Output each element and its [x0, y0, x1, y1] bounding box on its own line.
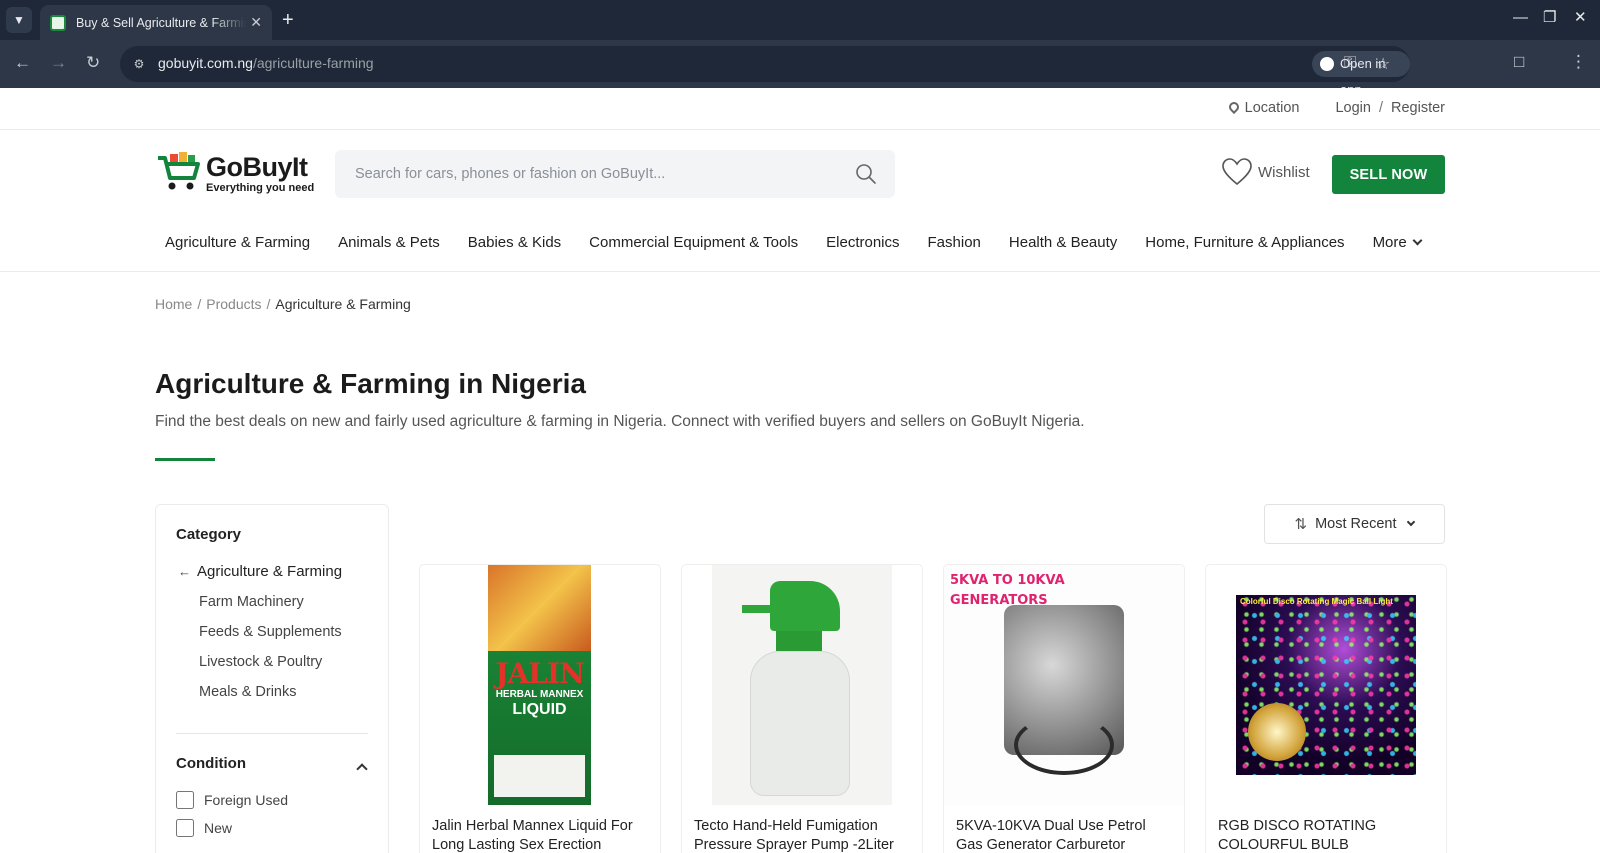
browser-tab-strip: ▼ Buy & Sell Agriculture & Farming in Ni…	[0, 0, 1600, 40]
subcategory-feeds-supplements[interactable]: Feeds & Supplements	[199, 621, 342, 651]
search-input[interactable]	[335, 150, 835, 198]
product-title[interactable]: 5KVA-10KVA Dual Use Petrol Gas Generator…	[956, 817, 1176, 853]
site-logo[interactable]: GoBuyIt Everything you need	[156, 146, 316, 196]
breadcrumb-current: Agriculture & Farming	[275, 296, 411, 312]
title-underline	[155, 458, 215, 461]
location-pin-icon	[1226, 99, 1241, 115]
arrow-left-icon: ←	[178, 564, 191, 579]
logo-tagline: Everything you need	[206, 182, 315, 194]
forward-icon[interactable]: →	[50, 52, 67, 74]
top-utility-bar: Location Login / Register	[0, 88, 1600, 130]
subcategory-farm-machinery[interactable]: Farm Machinery	[199, 591, 342, 621]
browser-menu-icon[interactable]: ⋮	[1570, 52, 1587, 72]
login-register-separator: /	[1378, 100, 1383, 116]
nav-health-beauty[interactable]: Health & Beauty	[1009, 234, 1117, 251]
site-header: GoBuyIt Everything you need Wishlist SEL…	[0, 130, 1600, 224]
nav-home-furniture-appliances[interactable]: Home, Furniture & Appliances	[1145, 234, 1344, 251]
carburetor-image: 5KVA TO 10KVA GENERATORS	[944, 565, 1184, 805]
location-link[interactable]: Location	[1226, 99, 1299, 116]
breadcrumb-home[interactable]: Home	[155, 296, 192, 312]
sort-dropdown[interactable]: ⇅ Most Recent	[1264, 504, 1445, 544]
category-nav: Agriculture & Farming Animals & Pets Bab…	[0, 224, 1600, 272]
product-card[interactable]: Colorful Disco Rotating Magic Ball Light…	[1205, 564, 1447, 853]
product-card[interactable]: Tecto Hand-Held Fumigation Pressure Spra…	[681, 564, 923, 853]
disco-bulb-image: Colorful Disco Rotating Magic Ball Light	[1236, 595, 1416, 775]
product-image[interactable]: Colorful Disco Rotating Magic Ball Light	[1206, 565, 1446, 807]
product-image[interactable]: 5KVA TO 10KVA GENERATORS	[944, 565, 1184, 807]
login-link[interactable]: Login	[1335, 100, 1370, 116]
back-icon[interactable]: ←	[14, 52, 31, 74]
heart-icon	[1222, 158, 1252, 186]
chevron-down-icon	[1407, 517, 1416, 527]
window-close-icon[interactable]: ✕	[1574, 9, 1587, 27]
product-title[interactable]: RGB DISCO ROTATING COLOURFUL BULB	[1218, 817, 1438, 853]
tab-title: Buy & Sell Agriculture & Farming in Nige…	[76, 15, 246, 30]
site-favicon-icon	[50, 14, 66, 31]
subcategory-meals-drinks[interactable]: Meals & Drinks	[199, 681, 342, 711]
nav-agriculture-farming[interactable]: Agriculture & Farming	[165, 234, 310, 251]
subcategory-list: Farm Machinery Feeds & Supplements Lives…	[199, 591, 342, 711]
wishlist-link[interactable]: Wishlist	[1222, 158, 1310, 186]
new-checkbox[interactable]	[176, 819, 194, 837]
sell-now-button[interactable]: SELL NOW	[1332, 155, 1445, 194]
filter-sidebar: Category ← Agriculture & Farming Farm Mac…	[155, 504, 389, 853]
page-title: Agriculture & Farming in Nigeria	[155, 368, 586, 399]
logo-name: GoBuyIt	[206, 152, 308, 182]
sidebar-divider	[176, 733, 368, 734]
register-link[interactable]: Register	[1391, 100, 1445, 116]
tab-close-icon[interactable]: ✕	[250, 14, 262, 31]
chevron-down-icon	[1412, 235, 1423, 246]
page: Location Login / Register GoBuyIt Everyt…	[0, 88, 1600, 853]
foreign-used-checkbox[interactable]	[176, 791, 194, 809]
site-info-icon[interactable]: ⚙	[130, 55, 148, 73]
product-card[interactable]: JALIN HERBAL MANNEX LIQUID Jalin Herbal …	[419, 564, 661, 853]
restore-icon[interactable]: ❐	[1543, 9, 1556, 27]
extensions-icon[interactable]: □	[1514, 52, 1524, 72]
open-in-app-button[interactable]: Open in app	[1312, 51, 1410, 97]
chevron-up-icon[interactable]	[356, 763, 368, 775]
condition-heading: Condition	[176, 755, 246, 772]
nav-electronics[interactable]: Electronics	[826, 234, 899, 251]
breadcrumb-products[interactable]: Products	[206, 296, 261, 312]
product-title[interactable]: Tecto Hand-Held Fumigation Pressure Spra…	[694, 817, 914, 853]
nav-commercial-equipment-tools[interactable]: Commercial Equipment & Tools	[589, 234, 798, 251]
new-tab-icon[interactable]: +	[282, 8, 294, 32]
search-bar	[335, 150, 895, 198]
sprayer-image	[712, 565, 892, 805]
breadcrumb: Home / Products / Agriculture & Farming	[155, 296, 411, 312]
category-heading: Category	[176, 526, 242, 543]
browser-tab-active[interactable]: Buy & Sell Agriculture & Farming in Nige…	[40, 5, 272, 40]
bookmark-star-icon[interactable]: ☆	[1376, 54, 1390, 74]
address-bar[interactable]: ⚙ gobuyit.com.ng/agriculture-farming Ope…	[120, 46, 1410, 97]
product-card[interactable]: 5KVA TO 10KVA GENERATORS 5KVA-10KVA Dual …	[943, 564, 1185, 853]
search-icon[interactable]	[855, 163, 877, 185]
page-description: Find the best deals on new and fairly us…	[155, 413, 1085, 430]
nav-animals-pets[interactable]: Animals & Pets	[338, 234, 440, 251]
product-image[interactable]: JALIN HERBAL MANNEX LIQUID	[420, 565, 660, 807]
url-text[interactable]: gobuyit.com.ng/agriculture-farming	[158, 55, 374, 71]
sort-selected: Most Recent	[1315, 516, 1397, 532]
active-category-link[interactable]: ← Agriculture & Farming	[178, 563, 342, 580]
browser-toolbar: ← → ↻ ⚙ gobuyit.com.ng/agriculture-farmi…	[0, 40, 1600, 97]
google-icon	[1320, 57, 1334, 71]
product-title[interactable]: Jalin Herbal Mannex Liquid For Long Last…	[432, 817, 652, 853]
sort-arrows-icon: ⇅	[1294, 516, 1308, 533]
nav-babies-kids[interactable]: Babies & Kids	[468, 234, 561, 251]
nav-more[interactable]: More	[1373, 234, 1423, 251]
minimize-icon[interactable]: —	[1513, 9, 1528, 27]
shopping-cart-logo-icon	[158, 152, 200, 190]
product-image[interactable]	[682, 565, 922, 807]
password-key-icon[interactable]: ⚿	[1344, 54, 1356, 72]
reload-icon[interactable]: ↻	[86, 52, 100, 74]
wishlist-label: Wishlist	[1258, 163, 1310, 181]
tab-search-icon[interactable]: ▼	[6, 7, 32, 33]
nav-fashion[interactable]: Fashion	[928, 234, 981, 251]
subcategory-livestock-poultry[interactable]: Livestock & Poultry	[199, 651, 342, 681]
herbal-bottle-image: JALIN HERBAL MANNEX LIQUID	[488, 565, 591, 805]
condition-foreign-used[interactable]: Foreign Used	[176, 791, 288, 809]
condition-new[interactable]: New	[176, 819, 232, 837]
